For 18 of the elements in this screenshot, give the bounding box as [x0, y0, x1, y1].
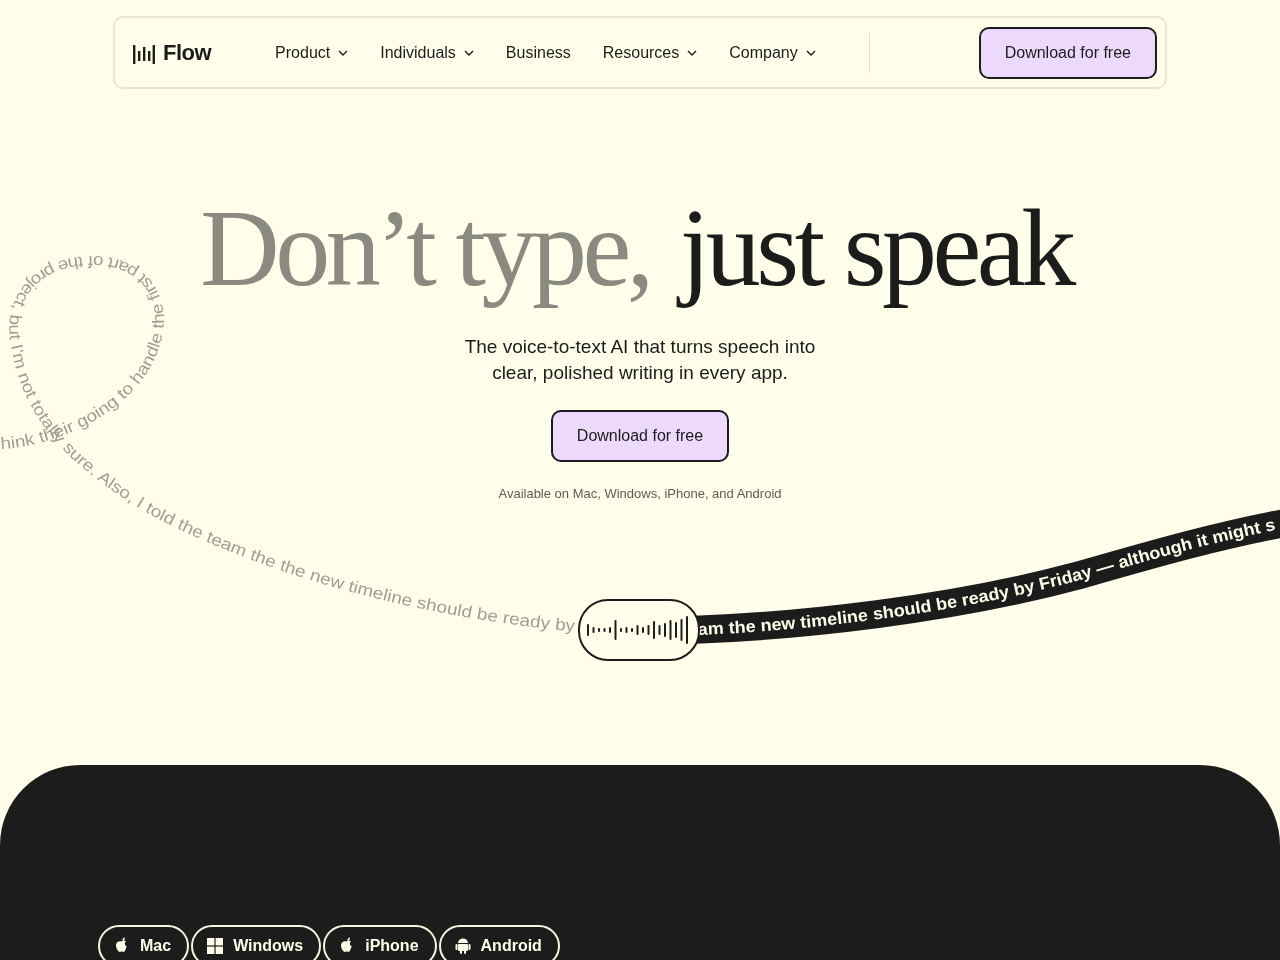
nav-item[interactable]: Resources — [602, 43, 698, 62]
platform-button[interactable]: iPhone — [323, 925, 437, 960]
platform-button[interactable]: Mac — [98, 925, 190, 960]
headline: Don’t type, — [200, 186, 651, 311]
nav-item[interactable]: Individuals — [380, 43, 474, 62]
platform-button[interactable]: Android — [438, 925, 560, 960]
apple-icon — [114, 937, 130, 955]
download-button[interactable]: Download for free — [978, 26, 1157, 79]
nav-item[interactable]: Business — [505, 43, 571, 62]
subtitle: The voice-to-text AI that turns speech into clear, polished writing in every app. — [463, 335, 817, 385]
platform-button[interactable]: Windows — [191, 925, 322, 960]
availability-note: Available on Mac, Windows, iPhone, and Android — [498, 486, 782, 501]
nav-item[interactable]: Company — [729, 43, 816, 62]
download-button[interactable]: Download for free — [550, 410, 730, 462]
logo-text: Flow — [163, 39, 212, 66]
nav-item[interactable]: Product — [275, 43, 349, 62]
android-icon — [454, 937, 471, 955]
windows-icon — [207, 938, 224, 954]
